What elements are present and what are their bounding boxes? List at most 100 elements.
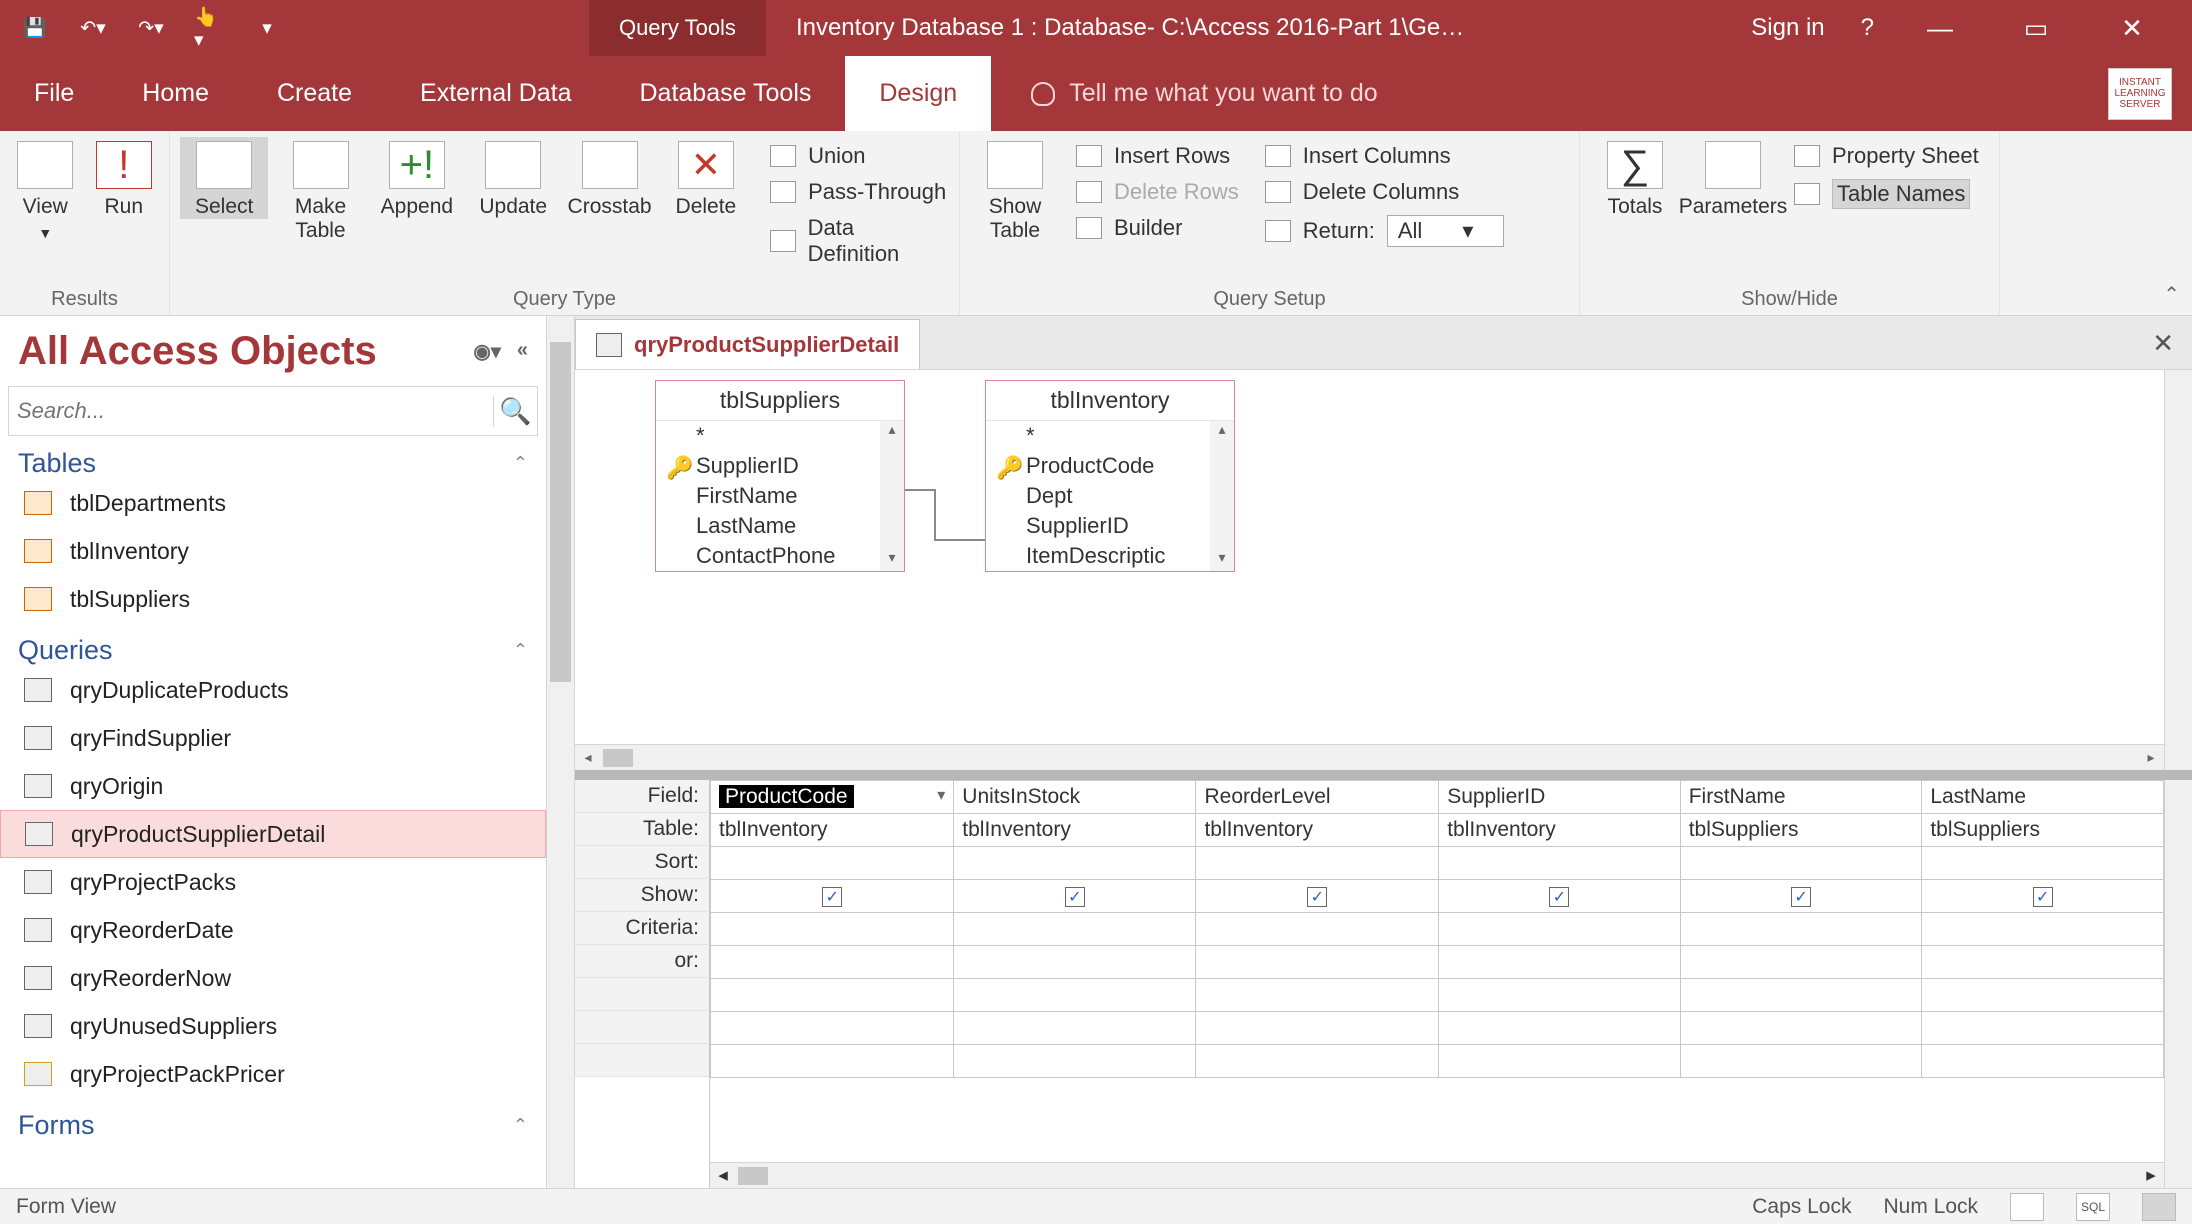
table-cell[interactable]: tblInventory (954, 814, 1196, 847)
nav-query-item[interactable]: qryOrigin (0, 762, 546, 810)
view-button[interactable]: View▼ (10, 137, 81, 241)
signin-link[interactable]: Sign in (1751, 14, 1824, 42)
table-field[interactable]: SupplierID (986, 511, 1234, 541)
save-icon[interactable]: 💾 (20, 13, 50, 43)
designer-hscroll[interactable]: ◂▸ (575, 744, 2164, 770)
table-field-pk[interactable]: 🔑SupplierID (656, 451, 904, 481)
relationship-line[interactable] (905, 470, 995, 560)
help-icon[interactable]: ? (1861, 14, 1874, 42)
grid-hscroll[interactable]: ◂▸ (710, 1162, 2164, 1188)
insert-columns-button[interactable]: Insert Columns (1265, 143, 1505, 169)
data-definition-button[interactable]: Data Definition (770, 215, 949, 267)
return-dropdown[interactable]: Return: All▾ (1265, 215, 1505, 247)
close-icon[interactable]: ✕ (2102, 0, 2162, 56)
insert-rows-button[interactable]: Insert Rows (1076, 143, 1239, 169)
field-cell[interactable]: ReorderLevel (1196, 781, 1439, 814)
show-table-button[interactable]: Show Table (970, 137, 1060, 243)
nav-query-item-selected[interactable]: qryProductSupplierDetail (0, 810, 546, 858)
nav-query-item[interactable]: qryReorderDate (0, 906, 546, 954)
field-cell[interactable]: FirstName (1680, 781, 1922, 814)
parameters-button[interactable]: Parameters (1688, 137, 1778, 219)
tab-home[interactable]: Home (108, 56, 243, 131)
run-button[interactable]: !Run (89, 137, 160, 219)
field-cell[interactable]: ProductCode▾ (711, 781, 954, 814)
minimize-icon[interactable]: — (1910, 0, 1970, 56)
redo-icon[interactable]: ↷▾ (136, 13, 166, 43)
nav-pane-title[interactable]: All Access Objects (18, 329, 377, 374)
close-document-icon[interactable]: ✕ (2152, 328, 2174, 359)
nav-query-item[interactable]: qryReorderNow (0, 954, 546, 1002)
table-cell[interactable]: tblInventory (1439, 814, 1681, 847)
select-query-button[interactable]: Select (180, 137, 268, 219)
maximize-icon[interactable]: ▭ (2006, 0, 2066, 56)
nav-group-forms[interactable]: Forms⌃ (0, 1098, 546, 1141)
field-cell[interactable]: LastName (1922, 781, 2164, 814)
table-title[interactable]: tblInventory (986, 381, 1234, 421)
scrollbar-thumb[interactable] (550, 342, 571, 682)
nav-group-tables[interactable]: Tables⌃ (0, 436, 546, 479)
nav-query-item[interactable]: qryProjectPackPricer (0, 1050, 546, 1098)
search-icon[interactable]: 🔍 (493, 396, 537, 427)
update-button[interactable]: Update (469, 137, 557, 219)
show-checkbox[interactable]: ✓ (1196, 880, 1439, 913)
table-names-toggle[interactable]: Table Names (1794, 179, 1979, 209)
nav-scrollbar[interactable] (546, 316, 574, 1188)
nav-query-item[interactable]: qryDuplicateProducts (0, 666, 546, 714)
grid-vscroll[interactable] (2164, 780, 2192, 1188)
table-cell[interactable]: tblInventory (1196, 814, 1439, 847)
tab-external-data[interactable]: External Data (386, 56, 605, 131)
nav-collapse-icon[interactable]: « (517, 339, 528, 364)
table-field[interactable]: * (986, 421, 1234, 451)
undo-icon[interactable]: ↶▾ (78, 13, 108, 43)
show-checkbox[interactable]: ✓ (954, 880, 1196, 913)
table-field[interactable]: ItemDescriptic (986, 541, 1234, 571)
crosstab-button[interactable]: Crosstab (565, 137, 653, 219)
field-cell[interactable]: UnitsInStock (954, 781, 1196, 814)
delete-rows-button[interactable]: Delete Rows (1076, 179, 1239, 205)
field-cell[interactable]: SupplierID (1439, 781, 1681, 814)
nav-table-item[interactable]: tblInventory (0, 527, 546, 575)
totals-button[interactable]: ∑Totals (1590, 137, 1680, 219)
nav-table-item[interactable]: tblSuppliers (0, 575, 546, 623)
nav-group-queries[interactable]: Queries⌃ (0, 623, 546, 666)
tell-me-search[interactable]: Tell me what you want to do (1031, 79, 1378, 108)
property-sheet-button[interactable]: Property Sheet (1794, 143, 1979, 169)
delete-query-button[interactable]: ✕Delete (662, 137, 750, 219)
table-field[interactable]: FirstName (656, 481, 904, 511)
table-field[interactable]: LastName (656, 511, 904, 541)
nav-query-item[interactable]: qryFindSupplier (0, 714, 546, 762)
show-checkbox[interactable]: ✓ (1922, 880, 2164, 913)
nav-filter-icon[interactable]: ◉▾ (473, 339, 501, 364)
tab-design[interactable]: Design (845, 56, 991, 131)
passthrough-button[interactable]: Pass-Through (770, 179, 949, 205)
delete-columns-button[interactable]: Delete Columns (1265, 179, 1505, 205)
nav-query-item[interactable]: qryProjectPacks (0, 858, 546, 906)
table-box-suppliers[interactable]: tblSuppliers * 🔑SupplierID FirstName Las… (655, 380, 905, 572)
tab-file[interactable]: File (0, 56, 108, 131)
table-field[interactable]: ContactPhone (656, 541, 904, 571)
show-checkbox[interactable]: ✓ (1439, 880, 1681, 913)
builder-button[interactable]: Builder (1076, 215, 1239, 241)
nav-search-input[interactable] (9, 398, 493, 424)
table-cell[interactable]: tblSuppliers (1922, 814, 2164, 847)
show-checkbox[interactable]: ✓ (1680, 880, 1922, 913)
table-scrollbar[interactable]: ▴▾ (880, 421, 904, 571)
grid-table[interactable]: ProductCode▾ UnitsInStock ReorderLevel S… (710, 780, 2164, 1078)
table-cell[interactable]: tblSuppliers (1680, 814, 1922, 847)
table-field-pk[interactable]: 🔑ProductCode (986, 451, 1234, 481)
design-view-button[interactable] (2142, 1193, 2176, 1221)
union-button[interactable]: Union (770, 143, 949, 169)
table-box-inventory[interactable]: tblInventory * 🔑ProductCode Dept Supplie… (985, 380, 1235, 572)
tab-create[interactable]: Create (243, 56, 386, 131)
datasheet-view-button[interactable] (2010, 1193, 2044, 1221)
tab-database-tools[interactable]: Database Tools (606, 56, 846, 131)
sql-view-button[interactable]: SQL (2076, 1193, 2110, 1221)
document-tab[interactable]: qryProductSupplierDetail (575, 319, 920, 369)
designer-vscroll[interactable] (2164, 370, 2192, 770)
nav-query-item[interactable]: qryUnusedSuppliers (0, 1002, 546, 1050)
table-scrollbar[interactable]: ▴▾ (1210, 421, 1234, 571)
make-table-button[interactable]: Make Table (276, 137, 364, 243)
query-designer[interactable]: tblSuppliers * 🔑SupplierID FirstName Las… (575, 370, 2192, 780)
collapse-ribbon-icon[interactable]: ⌃ (2163, 282, 2180, 307)
nav-table-item[interactable]: tblDepartments (0, 479, 546, 527)
